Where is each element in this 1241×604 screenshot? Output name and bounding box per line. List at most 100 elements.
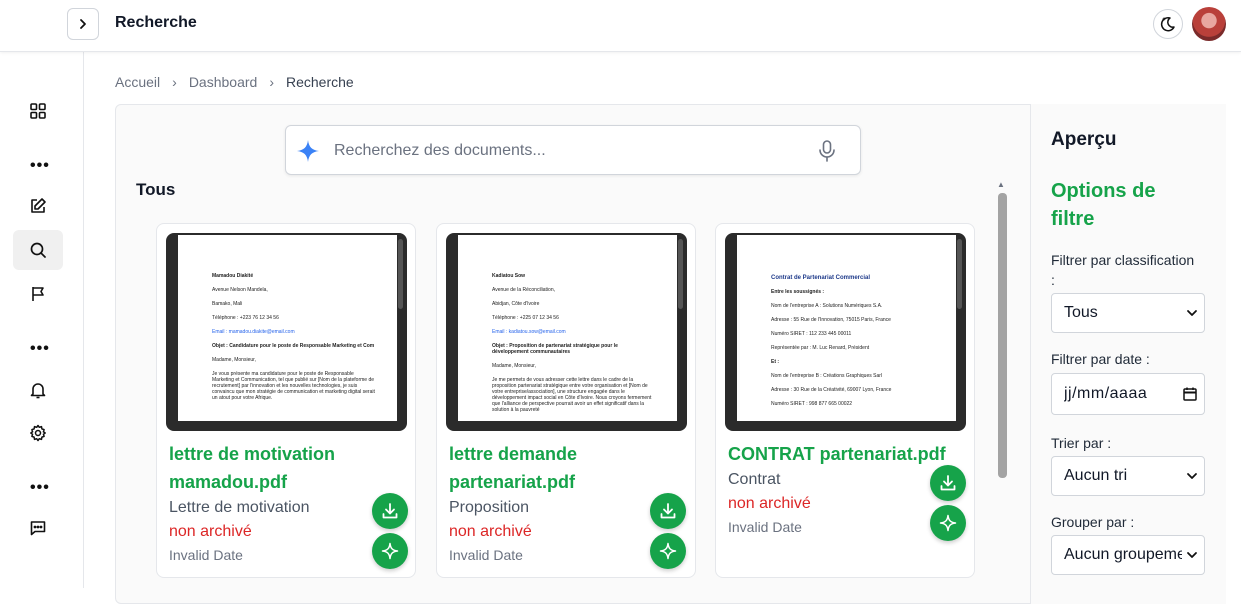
- preview-line: Mamadou Diakité: [212, 273, 254, 279]
- sort-label: Trier par :: [1051, 435, 1112, 451]
- scrollbar-thumb[interactable]: [998, 193, 1007, 478]
- preview-line: Je me permets de vous adresser cette let…: [492, 377, 652, 413]
- section-title: Tous: [136, 180, 176, 199]
- document-title[interactable]: lettre de motivation mamadou.pdf: [169, 440, 365, 496]
- search-icon: [30, 242, 46, 258]
- preview-line: Contrat de Partenariat Commercial: [771, 275, 871, 281]
- document-date: Invalid Date: [169, 547, 243, 563]
- document-type: Lettre de motivation: [169, 499, 310, 516]
- document-type: Proposition: [449, 499, 530, 516]
- document-date: Invalid Date: [728, 519, 802, 535]
- moon-stars-icon: [1160, 16, 1175, 32]
- preview-line: Je vous présente ma candidature pour le …: [212, 371, 375, 401]
- document-date: Invalid Date: [449, 547, 523, 563]
- ai-summary-button[interactable]: [650, 533, 686, 569]
- preview-line: Objet : Proposition de partenariat strat…: [492, 343, 618, 355]
- preview-line: Avenue Nelson Mandela,: [212, 287, 268, 293]
- theme-toggle-button[interactable]: [1153, 9, 1183, 39]
- chevron-down-icon: [1187, 473, 1197, 479]
- preview-line: Avenue de la Réconciliation,: [492, 287, 556, 293]
- sidebar-item-search[interactable]: [13, 230, 63, 270]
- date-placeholder: jj/mm/aaaa: [1064, 385, 1148, 402]
- flag-icon: [32, 287, 44, 301]
- microphone-icon[interactable]: [817, 139, 837, 163]
- sparkle-icon: [939, 514, 957, 532]
- download-icon: [660, 503, 676, 519]
- ai-summary-button[interactable]: [372, 533, 408, 569]
- document-preview[interactable]: Kadiatou Sow Avenue de la Réconciliation…: [446, 233, 687, 431]
- preview-line: Abidjan, Côte d'Ivoire: [492, 301, 540, 307]
- gear-icon: [30, 424, 46, 442]
- scroll-up-icon[interactable]: ▲: [997, 180, 1005, 189]
- document-title[interactable]: lettre demande partenariat.pdf: [449, 440, 645, 496]
- download-button[interactable]: [650, 493, 686, 529]
- preview-line: Nom de l'entreprise B : Créations Graphi…: [771, 373, 883, 379]
- chevron-right-icon: ›: [172, 74, 177, 90]
- more-icon[interactable]: •••: [30, 479, 50, 497]
- breadcrumb: Accueil › Dashboard › Recherche: [115, 74, 354, 90]
- document-title[interactable]: CONTRAT partenariat.pdf: [728, 440, 968, 468]
- grid-icon: [30, 103, 46, 119]
- calendar-icon[interactable]: [1182, 386, 1198, 402]
- breadcrumb-dashboard[interactable]: Dashboard: [189, 74, 258, 90]
- message-icon: [30, 521, 46, 536]
- sidebar-item-messages[interactable]: [13, 508, 63, 548]
- group-value: Aucun groupement: [1064, 546, 1182, 563]
- preview-line: Kadiatou Sow: [492, 273, 526, 279]
- document-status: non archivé: [728, 495, 811, 512]
- sort-value: Aucun tri: [1064, 467, 1128, 484]
- aside-title: Aperçu: [1051, 129, 1117, 150]
- document-card[interactable]: Contrat de Partenariat Commercial Entre …: [715, 223, 975, 578]
- document-card[interactable]: Mamadou Diakité Avenue Nelson Mandela, B…: [156, 223, 416, 578]
- document-type: Contrat: [728, 471, 781, 488]
- preview-line: Numéro SIRET : 998 877 665 00022: [771, 401, 853, 407]
- preview-line: Téléphone : +223 76 12 34 56: [212, 315, 279, 321]
- sidebar-item-dashboard[interactable]: [13, 91, 63, 131]
- more-icon[interactable]: •••: [30, 340, 50, 358]
- sidebar-toggle-button[interactable]: [67, 8, 99, 40]
- search-input[interactable]: [334, 138, 804, 164]
- preview-line: Bamako, Mali: [212, 301, 243, 307]
- preview-line: Email : mamadou.diakite@email.com: [212, 329, 295, 335]
- ai-summary-button[interactable]: [930, 505, 966, 541]
- download-button[interactable]: [930, 465, 966, 501]
- preview-line: Entre les soussignés :: [771, 289, 825, 295]
- classification-select[interactable]: Tous: [1051, 293, 1205, 333]
- sidebar-item-flag[interactable]: [13, 274, 63, 314]
- document-status: non archivé: [169, 523, 252, 540]
- sidebar-item-notifications[interactable]: [13, 370, 63, 410]
- download-icon: [940, 475, 956, 491]
- document-preview[interactable]: Contrat de Partenariat Commercial Entre …: [725, 233, 966, 431]
- sparkle-icon: [381, 542, 399, 560]
- more-icon[interactable]: •••: [30, 157, 50, 175]
- sort-select[interactable]: Aucun tri: [1051, 456, 1205, 496]
- user-avatar[interactable]: [1192, 7, 1226, 41]
- date-filter-label: Filtrer par date :: [1051, 351, 1150, 367]
- preview-line: Numéro SIRET : 112 233 445 00011: [771, 331, 852, 337]
- chevron-down-icon: [1187, 552, 1197, 558]
- download-button[interactable]: [372, 493, 408, 529]
- chevron-right-icon: ›: [269, 74, 274, 90]
- preview-line: Et :: [771, 359, 780, 365]
- group-select[interactable]: Aucun groupement: [1051, 535, 1205, 575]
- search-box: [285, 125, 861, 175]
- preview-scrollbar: [678, 239, 683, 309]
- edit-icon: [31, 198, 46, 213]
- sparkle-icon: [297, 140, 319, 162]
- bell-icon: [30, 383, 46, 399]
- preview-scrollbar: [957, 239, 962, 309]
- classification-label: Filtrer par classification :: [1051, 252, 1195, 288]
- preview-line: Madame, Monsieur,: [492, 363, 536, 369]
- preview-line: Adresse : 55 Rue de l'Innovation, 75015 …: [771, 317, 891, 323]
- sidebar-item-settings[interactable]: [13, 413, 63, 453]
- date-input[interactable]: jj/mm/aaaa: [1051, 373, 1205, 415]
- breadcrumb-home[interactable]: Accueil: [115, 74, 160, 90]
- document-preview[interactable]: Mamadou Diakité Avenue Nelson Mandela, B…: [166, 233, 407, 431]
- group-label: Grouper par :: [1051, 514, 1135, 530]
- sidebar-item-edit[interactable]: [13, 186, 63, 226]
- preview-line: Téléphone : +225 07 12 34 56: [492, 315, 559, 321]
- breadcrumb-current: Recherche: [285, 74, 354, 90]
- classification-value: Tous: [1064, 304, 1098, 321]
- page-title: Recherche: [115, 14, 197, 31]
- document-card[interactable]: Kadiatou Sow Avenue de la Réconciliation…: [436, 223, 696, 578]
